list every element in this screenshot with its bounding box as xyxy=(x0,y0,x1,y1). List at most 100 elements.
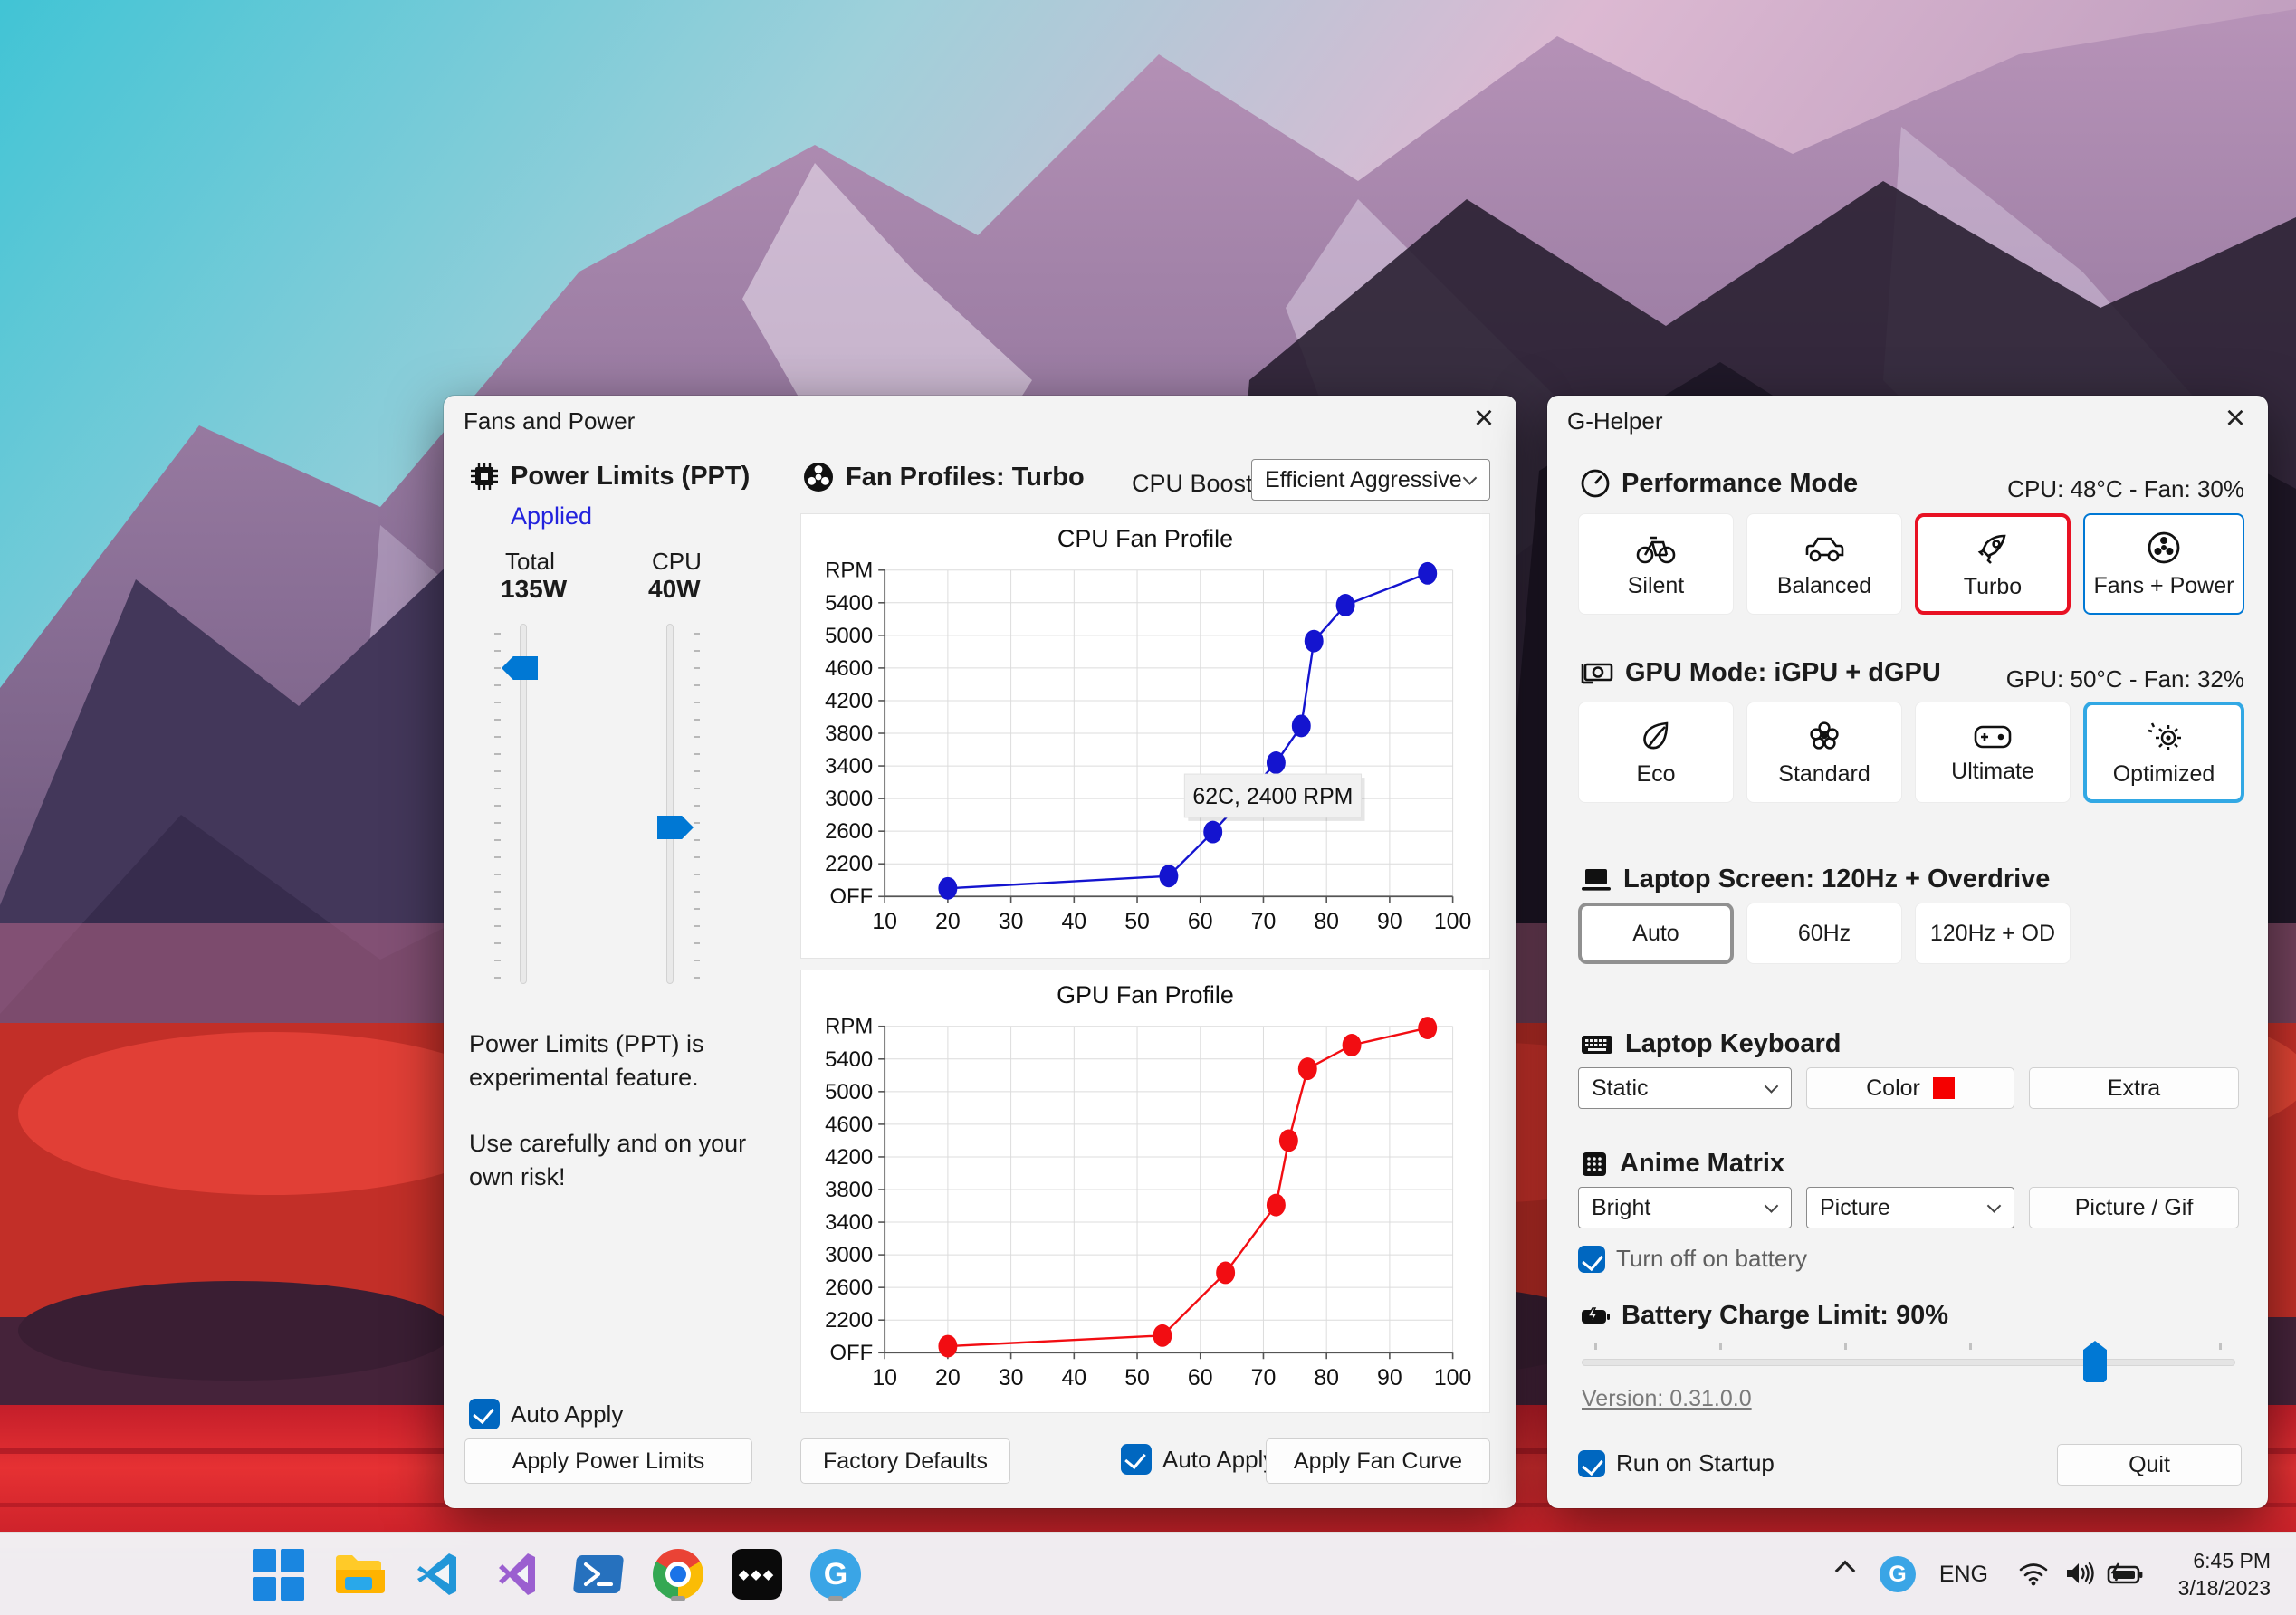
run-on-startup-checkbox[interactable] xyxy=(1578,1449,1605,1477)
bicycle-icon xyxy=(1636,536,1676,563)
turbo-label: Turbo xyxy=(1963,573,2023,599)
auto-label: Auto xyxy=(1632,920,1679,946)
balanced-label: Balanced xyxy=(1776,572,1872,598)
fans-window-titlebar[interactable]: Fans and Power × xyxy=(444,396,1516,439)
wifi-indicator[interactable] xyxy=(2017,1560,2050,1587)
laptop-keyboard-header: Laptop Keyboard xyxy=(1580,1029,1841,1059)
power-auto-apply-checkbox[interactable] xyxy=(469,1399,500,1429)
tidal-button[interactable]: ◆◆◆ xyxy=(728,1545,786,1603)
ghelper-title: G-Helper xyxy=(1567,407,1663,435)
battery-icon xyxy=(1582,1306,1610,1324)
chrome-icon xyxy=(653,1549,703,1600)
keyboard-mode-value: Static xyxy=(1592,1075,1649,1101)
leaf-icon xyxy=(1643,721,1669,749)
svg-text:4600: 4600 xyxy=(825,1113,873,1137)
chevron-down-icon xyxy=(1462,471,1478,485)
apply-power-limits-button[interactable]: Apply Power Limits xyxy=(464,1438,752,1484)
svg-text:90: 90 xyxy=(1377,1365,1402,1390)
volume-indicator[interactable] xyxy=(2064,1560,2095,1587)
quit-button[interactable]: Quit xyxy=(2057,1444,2242,1486)
120hz-od-label: 120Hz + OD xyxy=(1929,920,2056,946)
file-explorer-button[interactable] xyxy=(330,1545,387,1603)
language-label: ENG xyxy=(1938,1562,1988,1587)
svg-text:RPM: RPM xyxy=(825,1015,873,1039)
matrix-brightness-select[interactable]: Bright xyxy=(1578,1187,1792,1228)
close-icon[interactable]: × xyxy=(1464,401,1504,437)
keyboard-extra-button[interactable]: Extra xyxy=(2029,1067,2239,1109)
chevron-down-icon xyxy=(1986,1199,2002,1213)
language-indicator[interactable]: ENG xyxy=(1939,1562,1988,1588)
cpu-boost-label: CPU Boost xyxy=(1132,470,1253,497)
screen-button-60hz[interactable]: 60Hz xyxy=(1746,903,1902,964)
svg-text:4600: 4600 xyxy=(825,656,873,681)
fans-power-label: Fans + Power xyxy=(2093,572,2234,598)
svg-text:90: 90 xyxy=(1377,909,1402,934)
keyboard-mode-select[interactable]: Static xyxy=(1578,1067,1792,1109)
applied-status: Applied xyxy=(511,502,593,530)
ghelper-icon: G xyxy=(810,1549,861,1600)
close-icon[interactable]: × xyxy=(2215,401,2255,437)
clock[interactable]: 6:45 PM 3/18/2023 xyxy=(2178,1547,2271,1601)
screen-button-auto-selected[interactable]: Auto xyxy=(1578,903,1734,964)
gpu-mode-header: GPU Mode: iGPU + dGPU xyxy=(1580,658,1941,688)
apply-fan-curve-button[interactable]: Apply Fan Curve xyxy=(1266,1438,1490,1484)
cpu-boost-select[interactable]: Efficient Aggressive xyxy=(1251,459,1490,501)
mode-button-standard[interactable]: Standard xyxy=(1746,702,1902,803)
screen-button-120hz-od[interactable]: 120Hz + OD xyxy=(1915,903,2071,964)
vscode-icon xyxy=(417,1553,456,1595)
mode-button-silent[interactable]: Silent xyxy=(1578,513,1734,615)
powershell-button[interactable] xyxy=(569,1545,627,1603)
svg-text:30: 30 xyxy=(999,1365,1024,1390)
tray-ghelper[interactable]: G xyxy=(1880,1556,1916,1592)
color-swatch xyxy=(1932,1077,1955,1099)
start-button[interactable] xyxy=(249,1545,307,1603)
silent-label: Silent xyxy=(1627,572,1685,598)
folder-icon xyxy=(336,1555,385,1593)
cpu-slider-handle[interactable] xyxy=(657,816,694,839)
cpu-slider-track[interactable] xyxy=(666,624,674,984)
svg-text:62C, 2400 RPM: 62C, 2400 RPM xyxy=(1192,784,1353,809)
fans-window-title: Fans and Power xyxy=(464,407,636,435)
keyboard-color-button[interactable]: Color xyxy=(1806,1067,2014,1109)
svg-text:20: 20 xyxy=(935,1365,961,1390)
ghelper-taskbar-button[interactable]: G xyxy=(807,1545,865,1603)
vscode-button[interactable] xyxy=(410,1545,468,1603)
svg-text:80: 80 xyxy=(1314,1365,1339,1390)
gpu-fan-chart-panel[interactable]: GPU Fan Profile 10 20 30 40 50 60 70 80 90 100 OFF 2… xyxy=(800,970,1490,1413)
picture-gif-button[interactable]: Picture / Gif xyxy=(2029,1187,2239,1228)
power-auto-apply-row: Auto Apply xyxy=(469,1399,623,1429)
ghelper-tray-icon: G xyxy=(1880,1556,1916,1592)
svg-text:3400: 3400 xyxy=(825,1210,873,1235)
fan-icon xyxy=(804,463,833,492)
factory-defaults-button[interactable]: Factory Defaults xyxy=(800,1438,1010,1484)
mode-button-eco[interactable]: Eco xyxy=(1578,702,1734,803)
power-limits-title: Power Limits (PPT) xyxy=(511,461,751,491)
svg-text:3000: 3000 xyxy=(825,787,873,811)
mode-button-balanced[interactable]: Balanced xyxy=(1746,513,1902,615)
mode-button-fans-power[interactable]: Fans + Power xyxy=(2083,513,2244,615)
total-slider-handle[interactable] xyxy=(502,656,538,680)
svg-text:OFF: OFF xyxy=(829,1341,873,1365)
chrome-button[interactable] xyxy=(649,1545,707,1603)
svg-text:CPU Fan Profile: CPU Fan Profile xyxy=(1057,525,1233,552)
visual-studio-button[interactable] xyxy=(491,1545,549,1603)
gpu-fan-chart[interactable]: GPU Fan Profile 10 20 30 40 50 60 70 80 90 100 OFF 2… xyxy=(801,970,1489,1412)
svg-text:3000: 3000 xyxy=(825,1243,873,1267)
mode-button-turbo-selected[interactable]: Turbo xyxy=(1915,513,2071,615)
tray-chevron[interactable] xyxy=(1834,1560,1856,1582)
cpu-fan-chart-panel[interactable]: CPU Fan Profile 10 20 30 40 50 60 70 80 90 100 OFF 2… xyxy=(800,513,1490,959)
battery-indicator[interactable] xyxy=(2106,1562,2144,1587)
cpu-fan-chart[interactable]: CPU Fan Profile 10 20 30 40 50 60 70 80 90 100 OFF 2… xyxy=(801,514,1489,958)
matrix-mode-select[interactable]: Picture xyxy=(1806,1187,2014,1228)
gpu-temp-fan-status: GPU: 50°C - Fan: 32% xyxy=(2005,665,2244,693)
version-link[interactable]: Version: 0.31.0.0 xyxy=(1582,1386,1752,1412)
fan-auto-apply-checkbox[interactable] xyxy=(1121,1444,1152,1475)
battery-slider-track[interactable] xyxy=(1582,1359,2235,1366)
ghelper-titlebar[interactable]: G-Helper × xyxy=(1547,396,2268,439)
cpu-label: CPU xyxy=(652,548,702,575)
mode-button-optimized-selected[interactable]: Optimized xyxy=(2083,702,2244,803)
mode-button-ultimate[interactable]: Ultimate xyxy=(1915,702,2071,803)
cpu-chip-icon xyxy=(471,463,498,490)
turn-off-on-battery-checkbox[interactable] xyxy=(1578,1245,1605,1273)
turn-off-on-battery-label: Turn off on battery xyxy=(1616,1245,1808,1272)
